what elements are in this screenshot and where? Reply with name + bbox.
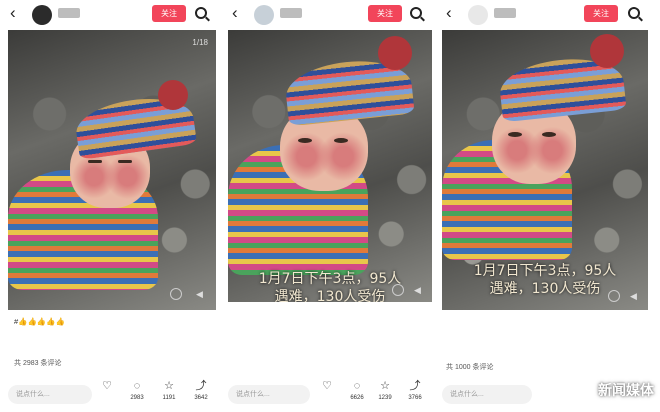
star-icon: ☆ [380,380,390,392]
top-bar: ‹ 关注 [0,0,222,28]
search-icon[interactable] [195,7,207,19]
collect-count: 1191 [162,395,176,401]
comment-icon: ◌ [353,380,361,392]
share-button[interactable]: ⤴ 3766 [402,380,428,401]
comment-count: 6626 [350,395,364,401]
post-photo[interactable]: 1/18 ◀ [8,30,216,310]
share-button[interactable]: ⤴ 3642 [188,380,214,401]
username-blurred[interactable] [280,8,302,18]
comment-button[interactable]: ◌ 6626 [344,380,370,401]
back-arrow-icon[interactable]: ‹ [232,3,238,23]
back-arrow-icon[interactable]: ‹ [446,3,452,23]
post-photo[interactable]: 1月7日下午3点，95人 遇难，130人受伤 ◀ [228,30,432,302]
avatar[interactable] [468,5,488,25]
back-arrow-icon[interactable]: ‹ [10,3,16,23]
comment-icon: ◌ [133,380,141,392]
comments-count: 共 1000 条评论 [446,364,494,371]
search-icon[interactable] [628,7,640,19]
avatar[interactable] [254,5,274,25]
like-button[interactable]: ♡ [314,380,340,395]
share-icon: ⤴ [195,380,207,392]
collect-button[interactable]: ☆ 1191 [156,380,182,401]
photo-counter: 1/18 [192,38,208,47]
share-icon: ⤴ [409,380,421,392]
post-caption: #👍👍👍👍👍 [14,317,65,326]
live-photo-icon[interactable] [392,284,404,296]
follow-button[interactable]: 关注 [368,5,402,22]
search-icon[interactable] [410,7,422,19]
overlay-line-1: 1月7日下午3点，95人 [473,263,617,279]
watermark: 新闻媒体 [598,382,654,398]
comments-count: 共 2983 条评论 [14,360,62,367]
top-bar: ‹ 关注 [222,0,436,28]
child-figure [8,60,216,300]
share-count: 3642 [194,395,208,401]
share-count: 3766 [408,395,422,401]
username-blurred[interactable] [494,8,516,18]
live-photo-icon[interactable] [608,290,620,302]
star-icon: ☆ [164,380,174,392]
follow-button[interactable]: 关注 [152,5,186,22]
comment-count: 2983 [130,395,144,401]
post-panel-1: ‹ 关注 1/18 ◀ #👍👍👍👍👍 共 2983 条评论 说点什么... ♡ … [0,0,222,412]
collect-count: 1239 [378,395,392,401]
heart-icon: ♡ [102,380,112,392]
collect-button[interactable]: ☆ 1239 [372,380,398,401]
post-photo[interactable]: 1月7日下午3点，95人 遇难，130人受伤 ◀ [442,30,648,310]
username-blurred[interactable] [58,8,80,18]
child-figure [228,30,432,302]
like-button[interactable]: ♡ [94,380,120,395]
post-panel-3: ‹ 关注 1月7日下午3点，95人 遇难，130人受伤 ◀ 共 1000 条评论… [436,0,660,412]
comment-input[interactable]: 说点什么... [442,385,532,404]
volume-icon[interactable]: ◀ [414,285,424,295]
avatar[interactable] [32,5,52,25]
top-bar: ‹ 关注 [436,0,660,28]
comment-button[interactable]: ◌ 2983 [124,380,150,401]
live-photo-icon[interactable] [170,288,182,300]
volume-icon[interactable]: ◀ [630,291,640,301]
heart-icon: ♡ [322,380,332,392]
post-panel-2: ‹ 关注 1月7日下午3点，95人 遇难，130人受伤 ◀ 说点什么... ♡ [222,0,436,412]
volume-icon[interactable]: ◀ [196,289,206,299]
comment-input[interactable]: 说点什么... [228,385,310,404]
comment-input[interactable]: 说点什么... [8,385,92,404]
follow-button[interactable]: 关注 [584,5,618,22]
